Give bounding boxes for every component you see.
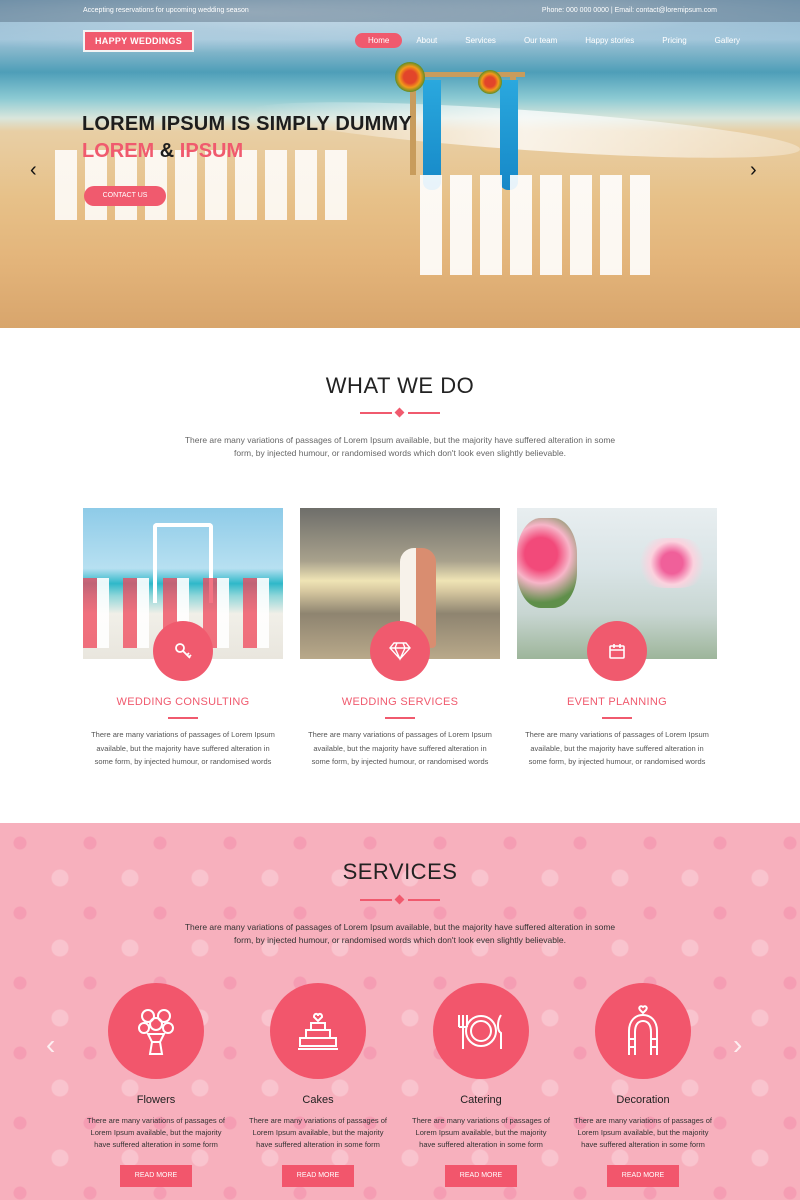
title-divider (360, 407, 440, 418)
service-decoration: Decoration There are many variations of … (573, 983, 713, 1187)
flower-cluster-right (637, 538, 707, 588)
reservation-notice: Accepting reservations for upcoming wedd… (83, 7, 249, 14)
card-text: There are many variations of passages of… (525, 730, 709, 766)
service-name: Cakes (302, 1094, 334, 1106)
card-underline (168, 717, 198, 719)
card-text: There are many variations of passages of… (308, 730, 492, 766)
nav-about[interactable]: About (402, 33, 451, 48)
chairs-right (420, 175, 650, 275)
cake-icon (270, 983, 366, 1079)
divider-diamond-icon (394, 894, 405, 905)
arch-icon (595, 983, 691, 1079)
divider-diamond-icon (394, 407, 405, 418)
plate-cutlery-icon (433, 983, 529, 1079)
contact-us-button[interactable]: CONTACT US (84, 186, 166, 206)
arch-drape-right (500, 80, 518, 190)
services-prev-arrow-icon[interactable]: ‹ (46, 1029, 58, 1060)
read-more-button[interactable]: READ MORE (120, 1165, 192, 1187)
card-title: WEDDING CONSULTING (116, 696, 250, 708)
nav-pricing[interactable]: Pricing (648, 33, 700, 48)
read-more-button[interactable]: READ MORE (282, 1165, 354, 1187)
main-nav: Home About Services Our team Happy stori… (355, 33, 754, 48)
card-underline (385, 717, 415, 719)
service-name: Catering (460, 1094, 502, 1106)
arch-flowers-left (395, 62, 425, 92)
card-title: EVENT PLANNING (567, 696, 667, 708)
hero-ampersand: & (159, 140, 175, 162)
service-flowers: Flowers There are many variations of pas… (86, 983, 226, 1187)
nav-our-team[interactable]: Our team (510, 33, 571, 48)
card-title: WEDDING SERVICES (341, 696, 459, 708)
calendar-icon (587, 621, 647, 681)
card-wedding-services: WEDDING SERVICES There are many variatio… (300, 508, 500, 766)
card-event-planning: EVENT PLANNING There are many variations… (517, 508, 717, 766)
hero-sub-word2: IPSUM (179, 140, 244, 162)
service-name: Flowers (136, 1094, 176, 1106)
service-text: There are many variations of passages of… (87, 1116, 225, 1149)
read-more-button[interactable]: READ MORE (445, 1165, 517, 1187)
card-underline (602, 717, 632, 719)
services-title: SERVICES (342, 859, 458, 884)
nav-services[interactable]: Services (451, 33, 510, 48)
arch-flowers-right (478, 70, 502, 94)
what-we-do-title: WHAT WE DO (325, 373, 475, 398)
nav-happy-stories[interactable]: Happy stories (571, 33, 648, 48)
title-divider (360, 894, 440, 905)
card-text: There are many variations of passages of… (91, 730, 275, 766)
hero-headline: LOREM IPSUM IS SIMPLY DUMMY (82, 113, 412, 135)
service-cakes: Cakes There are many variations of passa… (248, 983, 388, 1187)
service-text: There are many variations of passages of… (412, 1116, 550, 1149)
service-catering: Catering There are many variations of pa… (411, 983, 551, 1187)
nav-gallery[interactable]: Gallery (701, 33, 754, 48)
site-logo[interactable]: HAPPY WEDDINGS (83, 30, 194, 52)
what-we-do-intro: There are many variations of passages of… (184, 435, 616, 458)
slider-prev-arrow-icon[interactable]: ‹ (30, 160, 42, 180)
hero-subheadline: LOREM & IPSUM (82, 140, 243, 163)
nav-home[interactable]: Home (355, 33, 403, 48)
contact-info: Phone: 000 000 0000 | Email: contact@lor… (541, 7, 717, 14)
services-next-arrow-icon[interactable]: › (733, 1029, 745, 1060)
service-text: There are many variations of passages of… (249, 1116, 387, 1149)
top-info-bar: Accepting reservations for upcoming wedd… (0, 0, 800, 22)
service-name: Decoration (616, 1094, 670, 1106)
diamond-icon (370, 621, 430, 681)
slider-next-arrow-icon[interactable]: › (750, 160, 762, 180)
arch-drape-left (423, 80, 441, 190)
hero-sub-word1: LOREM (82, 140, 155, 162)
bouquet-icon (108, 983, 204, 1079)
services-intro: There are many variations of passages of… (184, 922, 616, 945)
key-icon (153, 621, 213, 681)
card-wedding-consulting: WEDDING CONSULTING There are many variat… (83, 508, 283, 766)
read-more-button[interactable]: READ MORE (607, 1165, 679, 1187)
flower-cluster-left (517, 518, 577, 608)
hero-banner: Accepting reservations for upcoming wedd… (0, 0, 800, 328)
services-section: SERVICES There are many variations of pa… (0, 823, 800, 1200)
service-text: There are many variations of passages of… (574, 1116, 712, 1149)
